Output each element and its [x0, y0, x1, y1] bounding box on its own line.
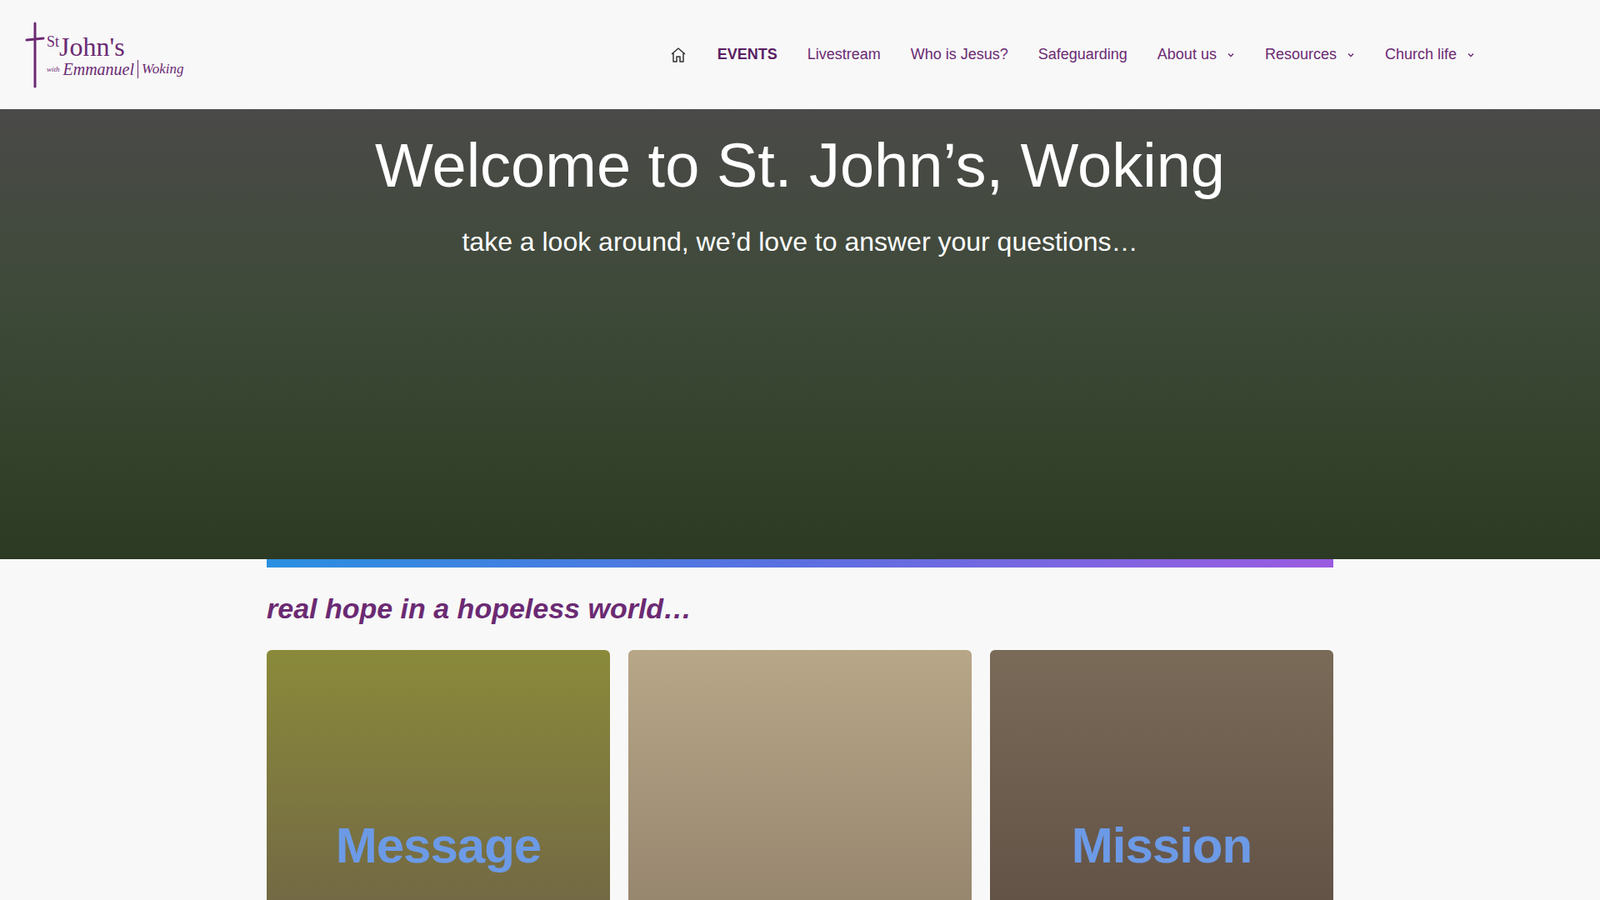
card-grid: Message Mission: [266, 650, 1334, 900]
card-label: Mission: [1071, 816, 1252, 875]
page: StJohn's withEmmanuel Woking EVENTS Livestre…: [0, 0, 1600, 900]
main-nav: EVENTS Livestream Who is Jesus? Safeguardin…: [669, 45, 1475, 65]
nav-item[interactable]: EVENTS: [717, 45, 778, 64]
hero-subtitle: take a look around, we’d love to answer …: [461, 226, 1138, 258]
nav-item[interactable]: Who is Jesus?: [910, 45, 1009, 64]
logo-johns: John's: [59, 33, 125, 60]
content: real hope in a hopeless world… Message Mis…: [266, 559, 1334, 900]
accent-bar: [266, 559, 1334, 568]
hero-title: Welcome to St. John’s, Woking: [375, 129, 1225, 204]
chevron-down-icon: [1466, 51, 1475, 59]
nav-item[interactable]: Resources: [1265, 45, 1355, 64]
site-header: StJohn's withEmmanuel Woking EVENTS Livestre…: [0, 0, 1600, 110]
cross-icon: [25, 21, 45, 89]
nav-item[interactable]: About us: [1157, 45, 1235, 64]
chevron-down-icon: [1226, 51, 1235, 59]
nav-item[interactable]: Safeguarding: [1038, 45, 1128, 64]
logo-emmanuel: Emmanuel: [63, 60, 135, 80]
tagline: real hope in a hopeless world…: [266, 592, 1334, 625]
logo-text: StJohn's withEmmanuel Woking: [46, 21, 184, 80]
nav-item[interactable]: Livestream: [807, 45, 881, 64]
logo[interactable]: StJohn's withEmmanuel Woking: [25, 21, 184, 89]
feature-card[interactable]: Mission: [990, 650, 1334, 900]
chevron-down-icon: [1346, 51, 1355, 59]
feature-card[interactable]: [628, 650, 972, 900]
hero: Welcome to St. John’s, Woking take a look…: [0, 109, 1600, 560]
logo-place: Woking: [141, 60, 184, 78]
home-icon: [669, 45, 688, 65]
nav-item[interactable]: Church life: [1385, 45, 1475, 64]
nav-item[interactable]: [669, 45, 688, 65]
logo-with: with: [46, 65, 60, 74]
card-label: Message: [335, 816, 541, 875]
logo-st: St: [46, 33, 60, 51]
feature-card[interactable]: Message: [266, 650, 610, 900]
